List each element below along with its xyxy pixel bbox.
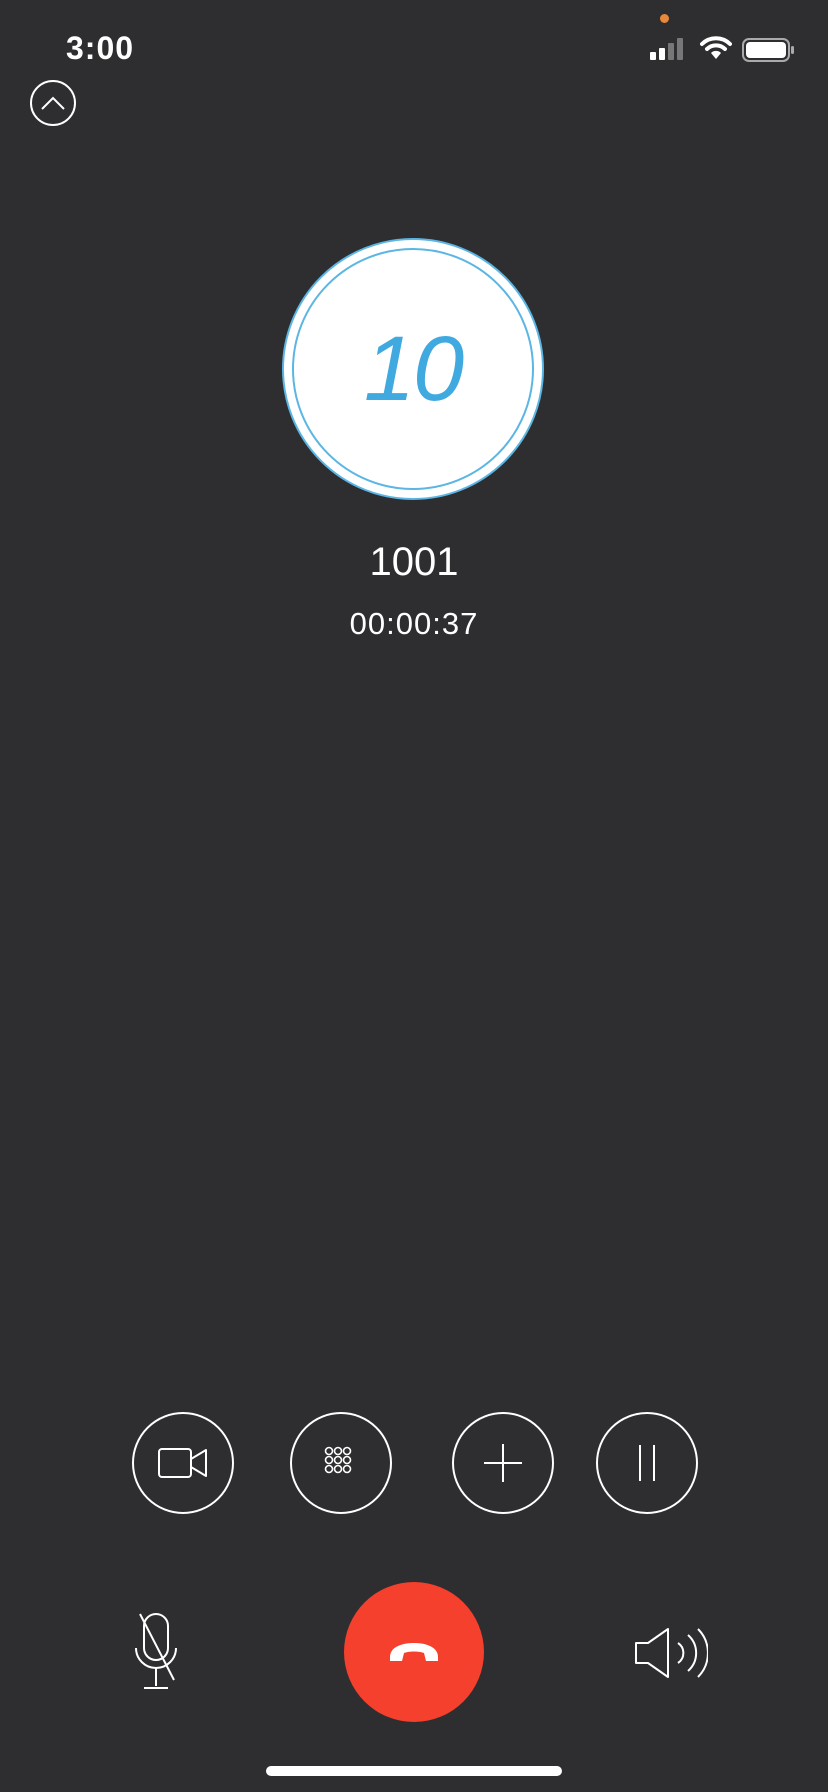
avatar-initials: 10	[363, 317, 464, 420]
microphone-muted-icon	[135, 1613, 177, 1689]
wifi-icon	[700, 36, 732, 59]
caller-number: 1001	[369, 540, 459, 584]
battery-icon	[742, 38, 794, 62]
home-indicator[interactable]	[266, 1766, 562, 1776]
mute-button[interactable]	[120, 1606, 192, 1698]
phone-hangup-icon	[390, 1643, 438, 1661]
video-camera-icon	[158, 1448, 207, 1478]
hold-button[interactable]	[596, 1412, 698, 1514]
keypad-icon	[324, 1446, 352, 1474]
collapse-button[interactable]	[30, 80, 76, 126]
call-duration: 00:00:37	[349, 606, 479, 641]
pause-icon	[639, 1445, 655, 1481]
call-screen: 3:00 10 1001 00:00:37	[0, 0, 828, 1792]
add-call-button[interactable]	[452, 1412, 554, 1514]
chevron-up-icon	[41, 96, 65, 110]
speaker-button[interactable]	[630, 1618, 710, 1688]
keypad-button[interactable]	[290, 1412, 392, 1514]
signal-icon	[650, 38, 683, 60]
speaker-icon	[635, 1628, 708, 1678]
privacy-indicator-dot	[660, 14, 669, 23]
caller-avatar: 10	[282, 238, 544, 500]
plus-icon	[484, 1444, 522, 1482]
status-time: 3:00	[66, 30, 135, 66]
status-icons	[650, 36, 800, 62]
end-call-button[interactable]	[344, 1582, 484, 1722]
avatar-ring: 10	[292, 248, 534, 490]
video-button[interactable]	[132, 1412, 234, 1514]
